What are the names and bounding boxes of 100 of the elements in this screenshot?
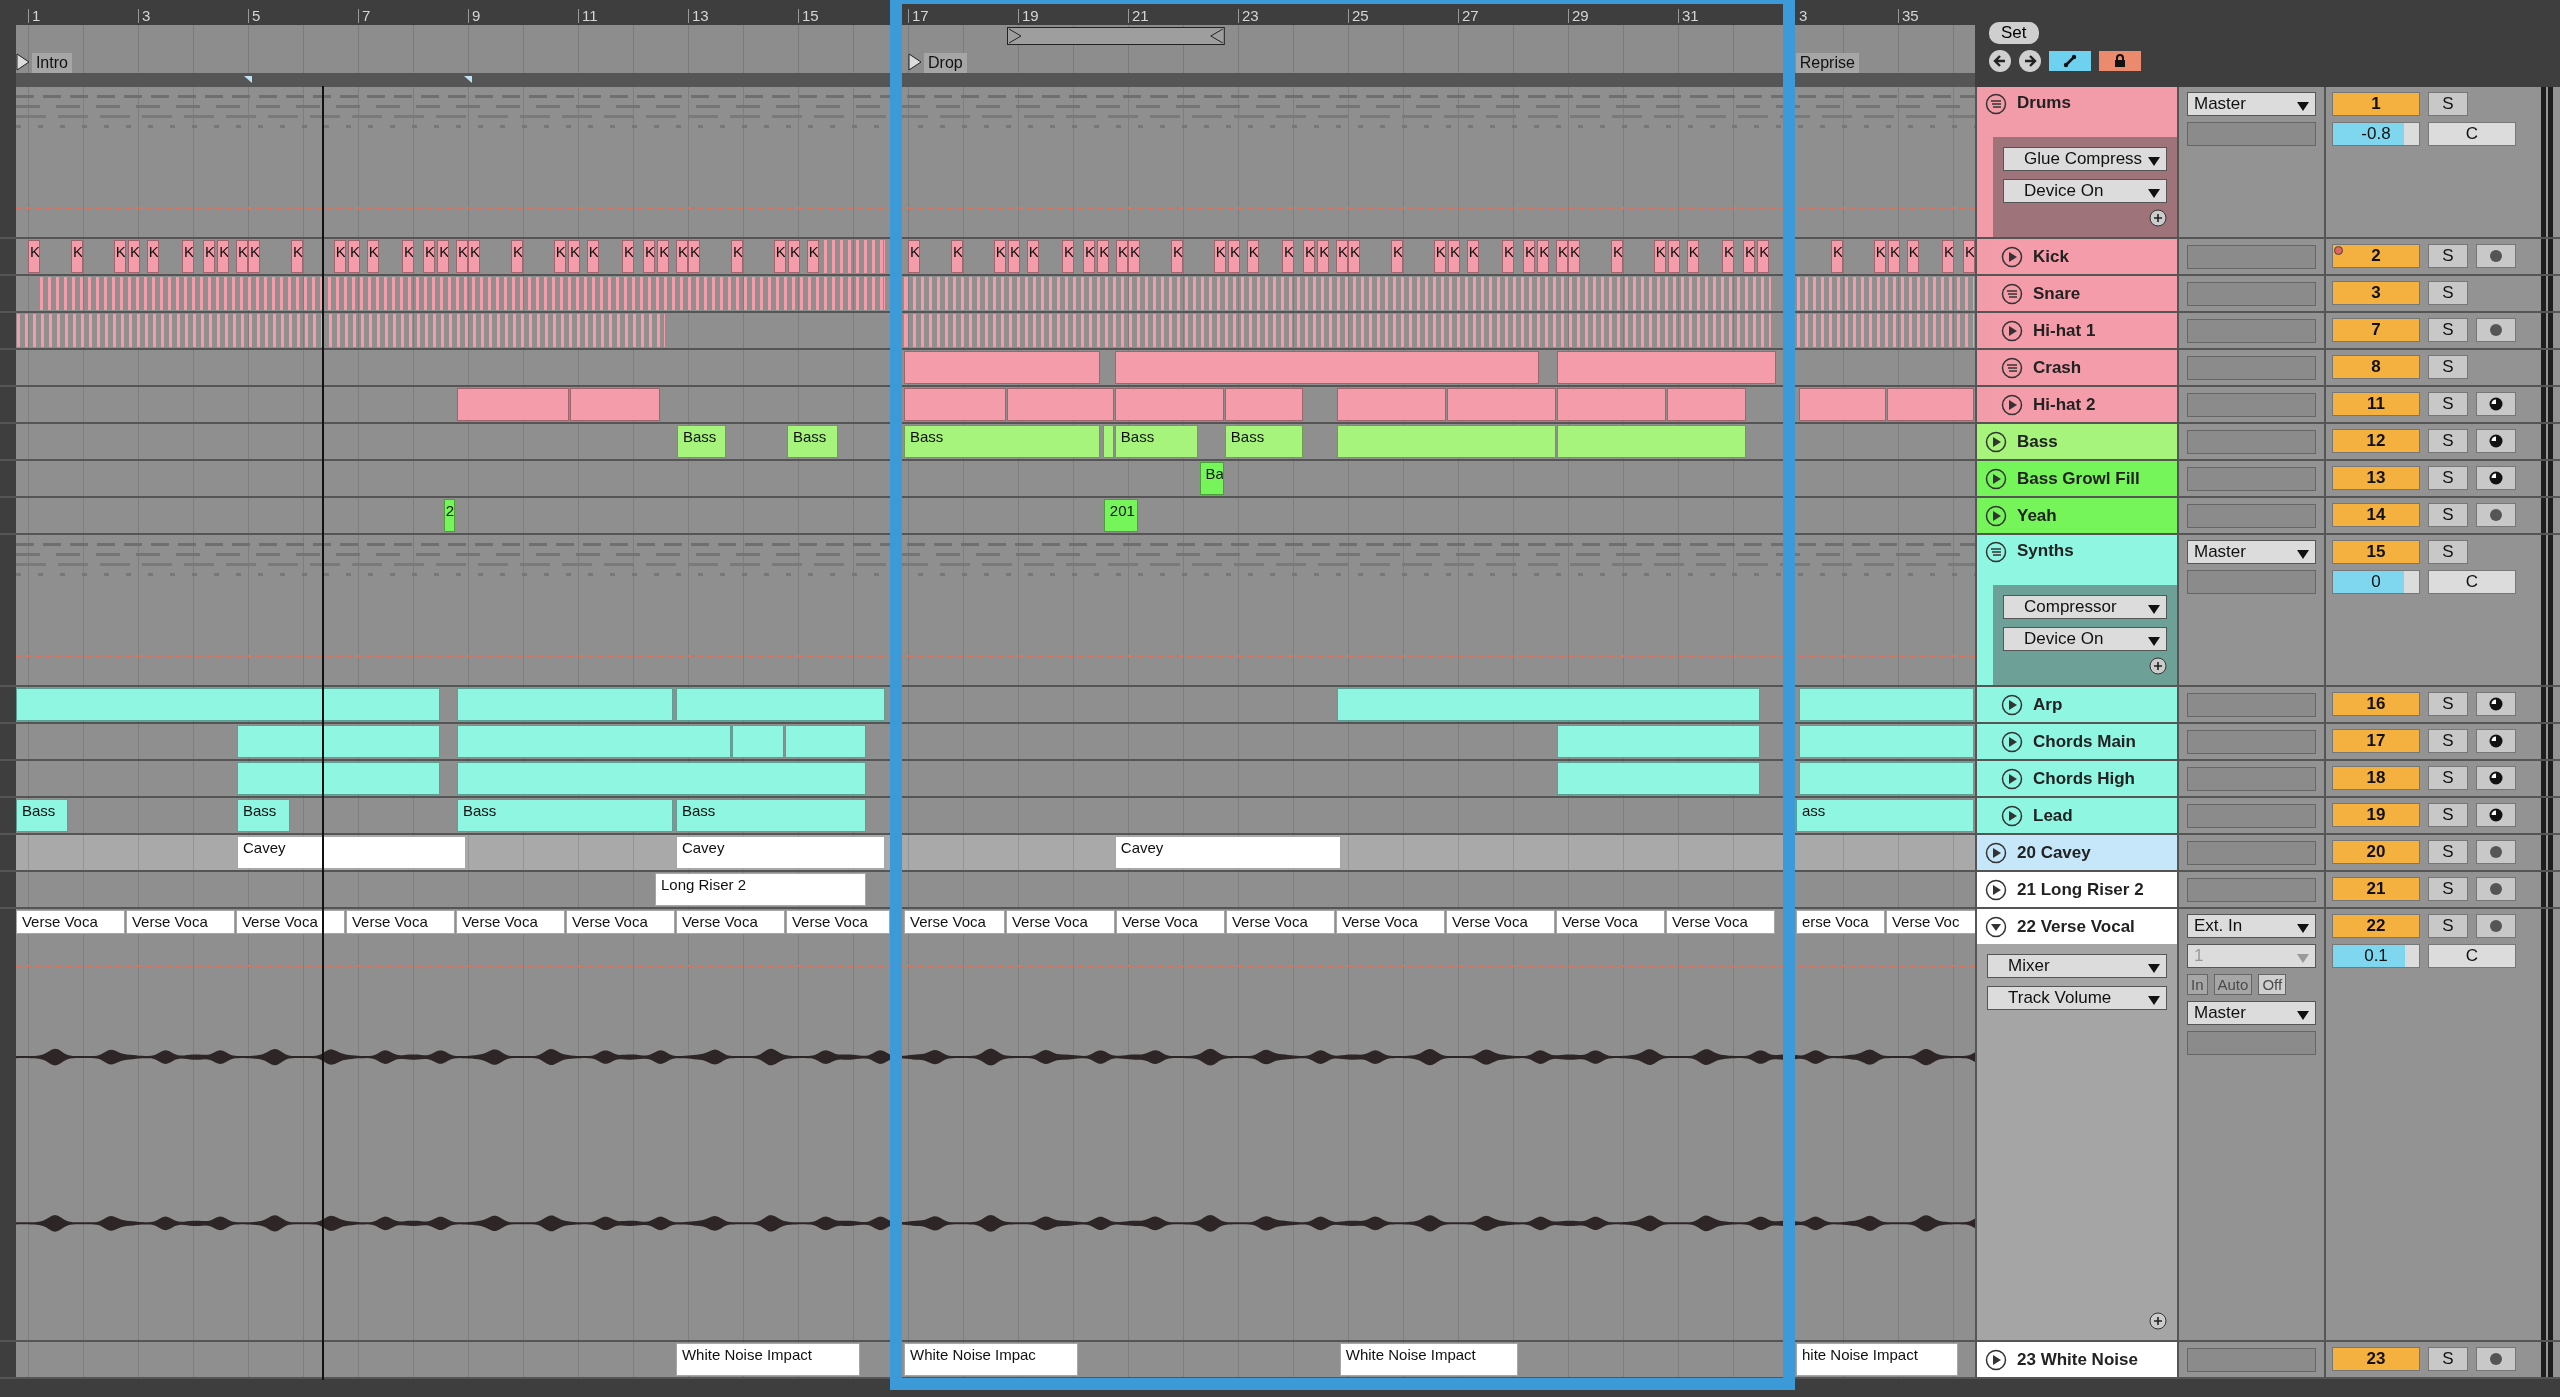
solo-button[interactable]: S <box>2428 540 2468 564</box>
draw-mode-button[interactable] <box>2049 51 2091 71</box>
clip[interactable]: K <box>806 240 819 273</box>
input-field[interactable] <box>2187 841 2316 865</box>
clip[interactable] <box>822 240 885 273</box>
clip[interactable]: K <box>202 240 216 273</box>
arm-button[interactable] <box>2476 392 2516 416</box>
clip[interactable] <box>1337 425 1556 458</box>
clip[interactable]: K <box>510 240 524 273</box>
input-field[interactable] <box>2187 1348 2316 1372</box>
input-field[interactable] <box>2187 767 2316 791</box>
clip[interactable]: K <box>1568 240 1581 273</box>
track-number-button[interactable]: 7 <box>2332 318 2420 342</box>
clip[interactable]: K <box>1246 240 1259 273</box>
clip[interactable] <box>1557 388 1666 421</box>
clip[interactable]: K <box>1555 240 1569 273</box>
play-icon[interactable] <box>1985 504 2007 527</box>
clip[interactable] <box>457 725 731 758</box>
clip[interactable]: K <box>1302 240 1316 273</box>
list-icon[interactable] <box>1985 541 2007 563</box>
clip[interactable]: K <box>1082 240 1096 273</box>
clip[interactable]: Verse Voca <box>675 910 785 934</box>
volume-field[interactable]: -0.8 <box>2332 122 2420 146</box>
clip[interactable] <box>1796 277 1974 310</box>
solo-button[interactable]: S <box>2428 318 2468 342</box>
arm-button[interactable] <box>2476 803 2516 827</box>
clip[interactable] <box>1557 762 1760 795</box>
solo-button[interactable]: S <box>2428 392 2468 416</box>
clip[interactable]: K <box>568 240 581 273</box>
locator-label[interactable]: Drop <box>924 53 967 73</box>
clip[interactable]: Bass <box>675 799 866 832</box>
clip[interactable]: Cavey <box>675 836 885 869</box>
input-field[interactable] <box>2187 122 2316 146</box>
clip[interactable]: K <box>248 240 261 273</box>
clip[interactable] <box>732 725 784 758</box>
solo-button[interactable]: S <box>2428 355 2468 379</box>
input-field[interactable] <box>2187 356 2316 380</box>
solo-button[interactable]: S <box>2428 840 2468 864</box>
solo-button[interactable]: S <box>2428 914 2468 938</box>
clip[interactable] <box>237 762 440 795</box>
clip[interactable]: K <box>128 240 141 273</box>
clip[interactable]: K <box>1668 240 1681 273</box>
clip[interactable] <box>1447 388 1556 421</box>
clip[interactable] <box>569 388 660 421</box>
clip[interactable]: K <box>1228 240 1241 273</box>
clip[interactable]: Verse Voca <box>1445 910 1555 934</box>
clip[interactable]: White Noise Impact <box>675 1343 861 1376</box>
clip[interactable]: K <box>657 240 670 273</box>
clip[interactable]: hite Noise Impact <box>1796 1343 1958 1376</box>
volume-field[interactable]: 0.1 <box>2332 944 2420 968</box>
track-number-button[interactable]: 3 <box>2332 281 2420 305</box>
clip[interactable]: K <box>1873 240 1886 273</box>
clip[interactable]: Verse Voca <box>345 910 455 934</box>
clip[interactable]: K <box>1335 240 1349 273</box>
set-button[interactable]: Set <box>1989 22 2039 44</box>
clip[interactable]: K <box>1433 240 1446 273</box>
solo-button[interactable]: S <box>2428 729 2468 753</box>
clip[interactable] <box>904 351 1100 384</box>
clip[interactable] <box>1557 425 1746 458</box>
play-icon[interactable] <box>2001 319 2023 342</box>
clip[interactable]: K <box>1757 240 1770 273</box>
track-number-button[interactable]: 15 <box>2332 540 2420 564</box>
clip[interactable]: K <box>348 240 361 273</box>
play-icon[interactable] <box>1985 1348 2007 1371</box>
clip[interactable]: Verse Voc <box>1885 910 1975 934</box>
clip[interactable]: K <box>1348 240 1361 273</box>
locator-icon[interactable] <box>908 53 922 71</box>
track-number-button[interactable]: 16 <box>2332 692 2420 716</box>
arm-button[interactable] <box>2476 692 2516 716</box>
input-field[interactable] <box>2187 693 2316 717</box>
marker-icon[interactable] <box>464 76 472 83</box>
locator-label[interactable]: Intro <box>31 53 72 73</box>
clip[interactable] <box>457 388 569 421</box>
input-field[interactable] <box>2187 393 2316 417</box>
input-field[interactable] <box>2187 282 2316 306</box>
clip[interactable] <box>1103 425 1114 458</box>
clip[interactable]: K <box>402 240 415 273</box>
input-field[interactable] <box>2187 504 2316 528</box>
list-icon[interactable] <box>1985 93 2007 115</box>
solo-button[interactable]: S <box>2428 92 2468 116</box>
clip[interactable]: K <box>1653 240 1666 273</box>
clip[interactable]: K <box>1686 240 1699 273</box>
clip[interactable]: K <box>908 240 921 273</box>
clip[interactable]: Verse Voca <box>235 910 345 934</box>
clip[interactable]: K <box>1115 240 1129 273</box>
clip[interactable]: Bass <box>904 425 1100 458</box>
solo-button[interactable]: S <box>2428 503 2468 527</box>
clip[interactable]: Long Riser 2 <box>655 873 866 906</box>
clip[interactable] <box>904 277 1771 310</box>
input-field[interactable] <box>2187 878 2316 902</box>
parameter-dropdown[interactable]: Device On <box>2003 627 2167 651</box>
track-name[interactable]: 20 Cavey <box>1977 835 2177 870</box>
clip[interactable]: Verse Voca <box>1115 910 1225 934</box>
clip[interactable]: K <box>1537 240 1550 273</box>
clip[interactable]: Verse Voca <box>785 910 890 934</box>
clip[interactable]: K <box>1962 240 1975 273</box>
clip[interactable]: White Noise Impac <box>904 1343 1078 1376</box>
back-button[interactable] <box>1989 50 2011 72</box>
clip[interactable]: ass <box>1796 799 1974 832</box>
track-number-button[interactable]: 21 <box>2332 877 2420 901</box>
